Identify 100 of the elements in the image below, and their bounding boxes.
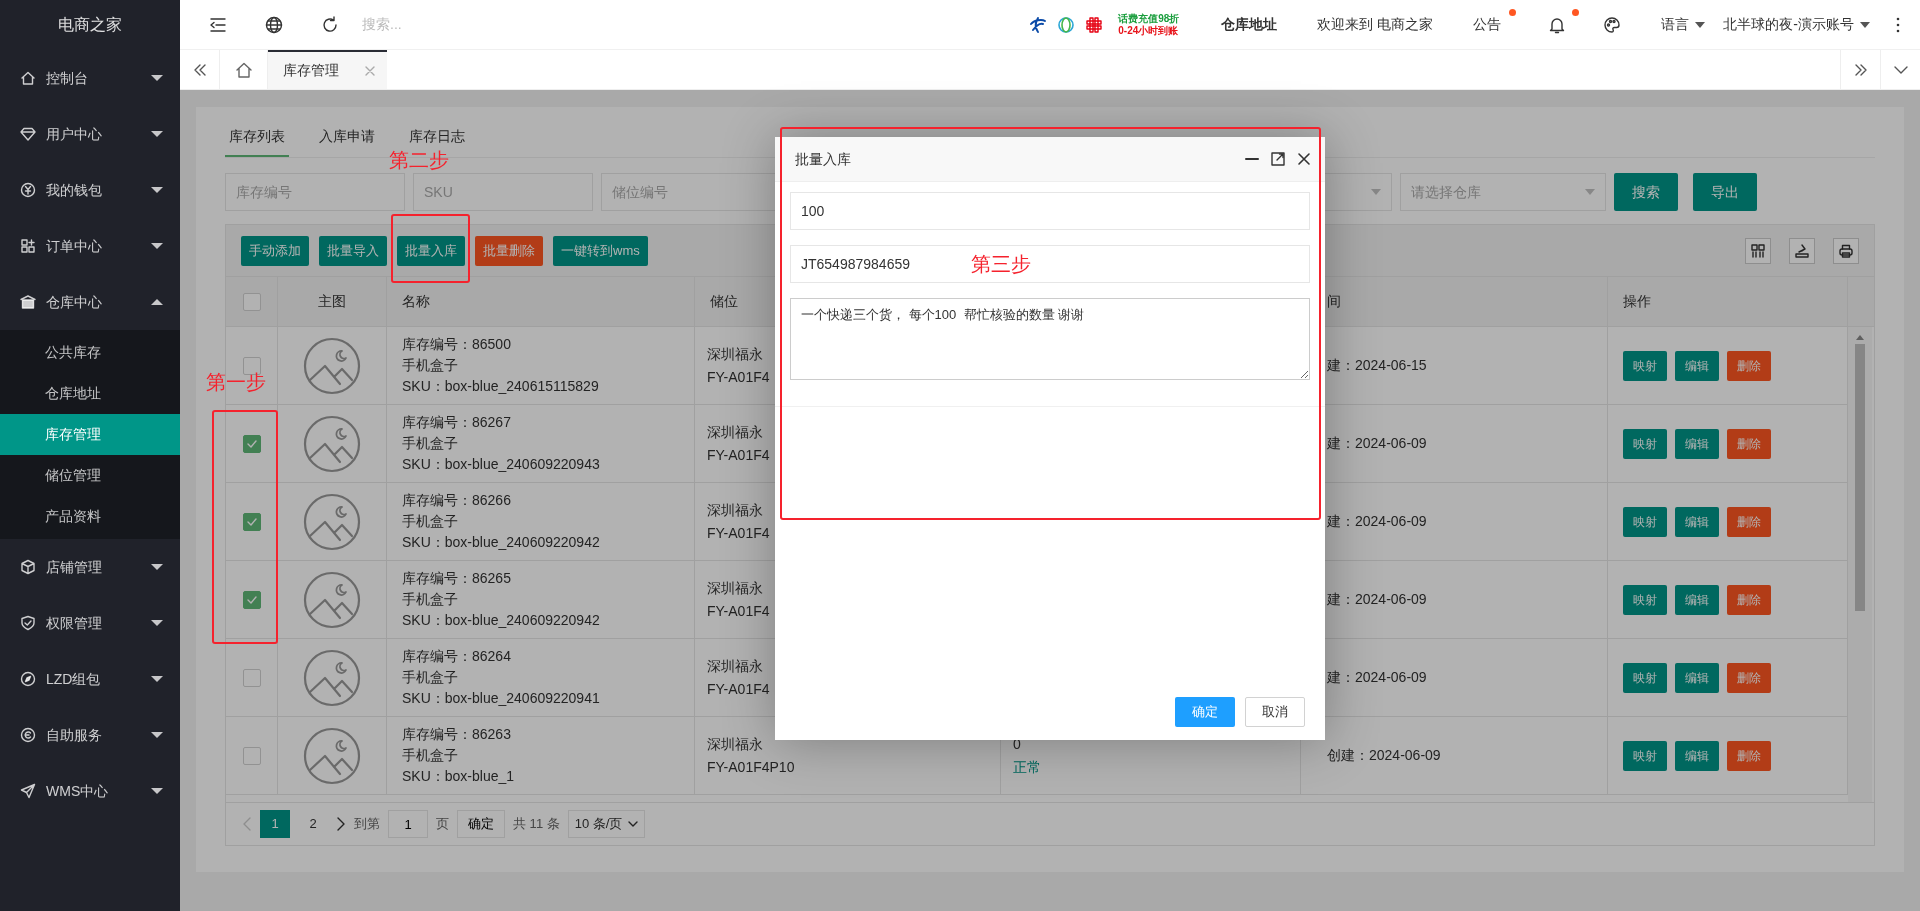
goto-label: 到第 (354, 815, 380, 834)
chevron-down-icon (628, 821, 639, 827)
sidebar-item[interactable]: 权限管理 (0, 595, 180, 651)
chevron-right-icon[interactable] (336, 817, 346, 831)
promo-text: 话费充值98折 (1118, 12, 1180, 25)
cancel-button[interactable]: 取消 (1245, 697, 1305, 727)
product-name: 手机盒子 (402, 746, 458, 765)
coin-icon (20, 182, 36, 198)
apps-icon (20, 238, 36, 254)
globe-icon[interactable] (264, 14, 284, 35)
checkbox[interactable] (242, 292, 261, 311)
image-icon (303, 648, 361, 707)
sidebar-item[interactable]: 仓库中心 (0, 274, 180, 330)
annotation-label: 第一步 (206, 370, 266, 394)
home-icon (20, 70, 36, 86)
shield-icon (20, 615, 36, 631)
home-icon[interactable] (234, 60, 253, 79)
export-icon[interactable] (1794, 242, 1810, 259)
language-menu[interactable]: 语言 (1661, 14, 1690, 35)
notice-link[interactable]: 公告 (1473, 14, 1502, 35)
scrollbar-thumb[interactable] (1855, 344, 1865, 611)
location-text: 深圳福永 (707, 578, 763, 598)
sidebar-item[interactable]: 用户中心 (0, 106, 180, 162)
checkbox[interactable] (242, 512, 261, 531)
content-tab[interactable]: 入库申请 (315, 117, 379, 157)
sku-text: SKU：box-blue_240609220942 (402, 533, 600, 552)
box-icon (20, 559, 36, 575)
sidebar-subitem[interactable]: 公共库存 (0, 332, 180, 373)
filter-field[interactable]: SKU (413, 173, 593, 211)
confirm-button[interactable]: 确定 (457, 810, 505, 838)
circle-icon (20, 727, 36, 743)
location-text: 深圳福永 (707, 734, 763, 754)
more-icon[interactable] (1896, 16, 1900, 33)
column-header: 储位 (710, 292, 738, 311)
stock-number: 库存编号：86265 (402, 569, 511, 588)
bell-icon[interactable] (1548, 15, 1567, 34)
checkbox[interactable] (242, 668, 261, 687)
product-name: 手机盒子 (402, 590, 458, 609)
sidebar-item[interactable]: 我的钱包 (0, 162, 180, 218)
welcome-text: 欢迎来到 电商之家 (1317, 15, 1434, 34)
status-text: 正常 (1013, 757, 1041, 777)
sku-text: SKU：box-blue_240609220943 (402, 455, 600, 474)
sidebar-subitem[interactable]: 仓库地址 (0, 373, 180, 414)
filter-field[interactable]: 库存编号 (225, 173, 405, 211)
print-icon[interactable] (1838, 242, 1854, 259)
sidebar-item[interactable]: 控制台 (0, 50, 180, 106)
caret-icon (1371, 189, 1381, 195)
dialog-title: 批量入库 (795, 149, 852, 169)
columns-icon[interactable] (1750, 242, 1766, 259)
sidebar-subitem[interactable]: 库存管理 (0, 414, 180, 455)
caret-icon (1860, 21, 1870, 28)
page-size-select[interactable]: 10 条/页 (567, 810, 646, 838)
image-icon (303, 336, 361, 395)
sidebar-subitem[interactable]: 储位管理 (0, 455, 180, 496)
column-header: 间 (1327, 292, 1341, 311)
date-text: 建：2024-06-09 (1327, 512, 1427, 531)
content-tab[interactable]: 库存列表 (225, 117, 289, 157)
sidebar-item[interactable]: 店铺管理 (0, 539, 180, 595)
total-count: 共 11 条 (513, 815, 560, 834)
sidebar-item[interactable]: LZD组包 (0, 651, 180, 707)
annotation-label: 第三步 (971, 252, 1031, 276)
sidebar-subitem[interactable]: 产品资料 (0, 496, 180, 537)
annotation-label: 第二步 (389, 148, 449, 172)
location-text: 深圳福永 (707, 656, 763, 676)
page-input[interactable]: 1 (388, 810, 428, 838)
image-icon (303, 492, 361, 551)
refresh-icon[interactable] (320, 14, 340, 35)
page-tab[interactable]: 库存管理 (268, 50, 387, 89)
image-icon (303, 570, 361, 629)
scroll-up-icon[interactable] (1856, 335, 1864, 340)
sidebar-item[interactable]: WMS中心 (0, 763, 180, 819)
date-text: 建：2024-06-15 (1327, 356, 1427, 375)
location-text: 深圳福永 (707, 344, 763, 364)
note-field[interactable]: 一个快递三个货， 每个100 帮忙核验的数量 谢谢 (790, 298, 1310, 380)
date-text: 建：2024-06-09 (1327, 434, 1427, 453)
diamond-icon (20, 126, 36, 142)
search-field[interactable]: 搜索... (360, 13, 560, 36)
sku-text: SKU：box-blue_240615115829 (402, 377, 599, 396)
send-icon (20, 783, 36, 799)
checkbox[interactable] (242, 746, 261, 765)
stock-number: 库存编号：86264 (402, 647, 511, 666)
checkbox[interactable] (242, 590, 261, 609)
sidebar-item[interactable]: 订单中心 (0, 218, 180, 274)
warehouse-link[interactable]: 仓库地址 (1221, 14, 1278, 35)
location-text: FY-A01F4P10 (707, 757, 795, 777)
page-button[interactable]: 2 (298, 810, 328, 838)
location-text: FY-A01F4 (707, 601, 770, 621)
product-name: 手机盒子 (402, 356, 458, 375)
column-header: 操作 (1623, 292, 1651, 311)
palette-icon[interactable] (1603, 15, 1622, 34)
input-field[interactable]: 100 (790, 192, 1310, 230)
sidebar-item[interactable]: 自助服务 (0, 707, 180, 763)
close-icon[interactable] (1297, 152, 1311, 166)
location-text: FY-A01F4 (707, 679, 770, 699)
checkbox[interactable] (242, 434, 261, 453)
promo-text: 0-24小时到账 (1118, 24, 1180, 37)
sku-text: SKU：box-blue_240609220941 (402, 689, 600, 708)
product-name: 手机盒子 (402, 668, 458, 687)
account-menu[interactable]: 北半球的夜-演示账号 (1723, 14, 1854, 35)
maximize-icon[interactable] (1271, 152, 1285, 166)
